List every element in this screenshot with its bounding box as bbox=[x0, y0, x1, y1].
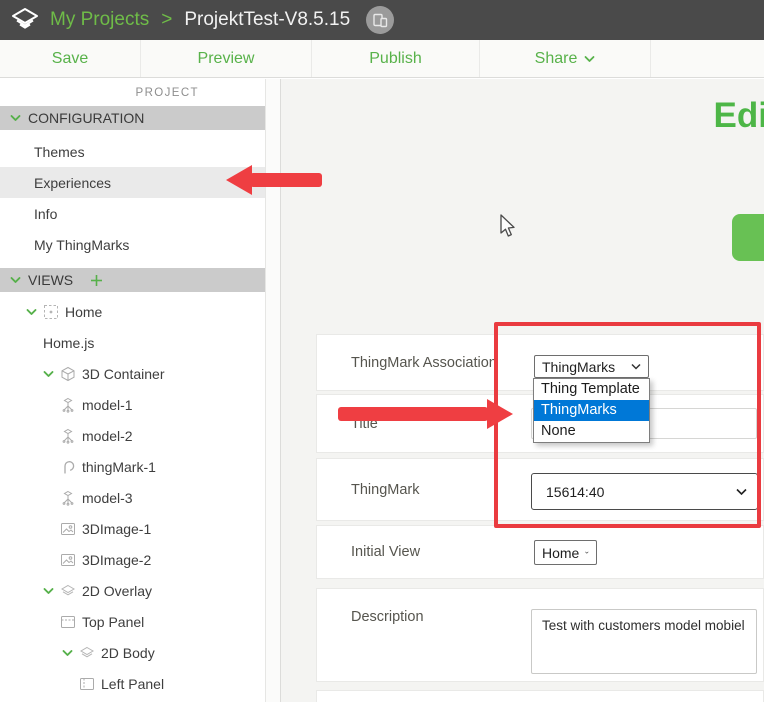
top-panel-icon bbox=[61, 615, 75, 628]
device-selector-button[interactable] bbox=[366, 6, 395, 34]
thingmark-label: ThingMark bbox=[351, 481, 420, 498]
my-thingmarks-label: My ThingMarks bbox=[34, 236, 130, 253]
annotation-rectangle bbox=[494, 322, 761, 528]
tree-item-2d-body[interactable]: 2D Body bbox=[0, 637, 265, 668]
chevron-down-icon[interactable] bbox=[26, 308, 37, 316]
tree-label: model-3 bbox=[82, 489, 133, 506]
left-panel-icon bbox=[80, 677, 94, 690]
chevron-down-icon[interactable] bbox=[62, 649, 73, 657]
views-section-header[interactable]: VIEWS bbox=[0, 268, 265, 292]
tree-label: model-1 bbox=[82, 396, 133, 413]
tree-item-3dimage-1[interactable]: 3DImage-1 bbox=[0, 513, 265, 544]
share-button[interactable]: Share bbox=[480, 40, 651, 77]
page-title: Edi bbox=[713, 96, 764, 135]
tree-label: thingMark-1 bbox=[82, 458, 156, 475]
form-row-partial bbox=[316, 690, 764, 702]
devices-icon bbox=[373, 13, 388, 28]
share-button-label: Share bbox=[534, 49, 578, 67]
tree-label: Home.js bbox=[43, 334, 95, 351]
publish-button[interactable]: Publish bbox=[312, 40, 480, 77]
initial-view-value: Home bbox=[542, 544, 580, 561]
add-view-icon[interactable] bbox=[90, 274, 103, 287]
sidebar-item-themes[interactable]: Themes bbox=[0, 136, 265, 167]
breadcrumb-separator: > bbox=[161, 9, 173, 30]
tree-item-top-panel[interactable]: Top Panel bbox=[0, 606, 265, 637]
form-row-initial-view: Initial View Home bbox=[316, 525, 764, 579]
configuration-header-label: CONFIGURATION bbox=[28, 110, 145, 126]
thingmark-association-label: ThingMark Association bbox=[351, 354, 497, 371]
app-window: My Projects > ProjektTest-V8.5.15 Save P… bbox=[0, 0, 764, 702]
top-bar: My Projects > ProjektTest-V8.5.15 bbox=[0, 0, 764, 40]
sidebar-panel-tab[interactable]: PROJECT bbox=[0, 79, 265, 106]
image-icon bbox=[61, 553, 75, 566]
description-label: Description bbox=[351, 609, 424, 625]
tree-item-thingmark-1[interactable]: thingMark-1 bbox=[0, 451, 265, 482]
model-icon bbox=[62, 428, 74, 444]
breadcrumb-project-name: ProjektTest-V8.5.15 bbox=[184, 9, 351, 30]
sidebar-item-my-thingmarks[interactable]: My ThingMarks bbox=[0, 229, 265, 260]
experiences-label: Experiences bbox=[34, 174, 112, 191]
chevron-down-icon bbox=[584, 55, 595, 62]
tree-label: Left Panel bbox=[101, 675, 165, 692]
layers-icon bbox=[61, 584, 75, 595]
form-row-description: Description Test with customers model mo… bbox=[316, 588, 764, 682]
save-button[interactable]: Save bbox=[0, 40, 141, 77]
breadcrumb-my-projects[interactable]: My Projects bbox=[50, 9, 149, 31]
tree-item-left-panel[interactable]: Left Panel bbox=[0, 668, 265, 699]
3d-container-icon bbox=[61, 366, 75, 381]
configuration-section-header[interactable]: CONFIGURATION bbox=[0, 106, 265, 130]
app-logo-icon bbox=[10, 7, 40, 34]
initial-view-label: Initial View bbox=[351, 544, 421, 560]
mouse-cursor bbox=[498, 214, 516, 245]
chevron-down-icon bbox=[10, 115, 21, 121]
tree-label: 3DImage-2 bbox=[82, 551, 152, 568]
tree-item-model-3[interactable]: model-3 bbox=[0, 482, 265, 513]
description-textarea[interactable]: Test with customers model mobiel bbox=[531, 609, 757, 674]
initial-view-select[interactable]: Home bbox=[534, 540, 597, 565]
save-button-label: Save bbox=[51, 49, 89, 67]
tree-item-model-2[interactable]: model-2 bbox=[0, 420, 265, 451]
tree-item-2d-overlay[interactable]: 2D Overlay bbox=[0, 575, 265, 606]
model-icon bbox=[62, 490, 74, 506]
home-view-icon bbox=[44, 304, 58, 319]
publish-button-label: Publish bbox=[369, 49, 422, 67]
thingmark-icon bbox=[64, 460, 75, 474]
tree-label: Top Panel bbox=[82, 613, 145, 630]
chevron-down-icon bbox=[10, 277, 21, 283]
tree-item-3dimage-2[interactable]: 3DImage-2 bbox=[0, 544, 265, 575]
tree-item-home[interactable]: Home bbox=[0, 296, 265, 327]
preview-button[interactable]: Preview bbox=[141, 40, 312, 77]
done-button[interactable] bbox=[732, 214, 764, 261]
tree-item-model-1[interactable]: model-1 bbox=[0, 389, 265, 420]
views-header-label: VIEWS bbox=[28, 272, 74, 288]
layers-icon bbox=[80, 646, 94, 657]
tree-label: 2D Overlay bbox=[82, 582, 153, 599]
tree-label: 3D Container bbox=[82, 365, 165, 382]
image-icon bbox=[61, 522, 75, 535]
chevron-down-icon[interactable] bbox=[43, 587, 54, 595]
chevron-down-icon[interactable] bbox=[43, 370, 54, 378]
preview-button-label: Preview bbox=[197, 49, 255, 67]
tree-label: model-2 bbox=[82, 427, 133, 444]
views-tree: Home Home.js 3D Container model-1 model-… bbox=[0, 296, 265, 699]
sidebar-item-info[interactable]: Info bbox=[0, 198, 265, 229]
chevron-down-icon bbox=[585, 551, 589, 554]
tree-label: 3DImage-1 bbox=[82, 520, 152, 537]
tree-item-3d-container[interactable]: 3D Container bbox=[0, 358, 265, 389]
info-label: Info bbox=[34, 205, 58, 222]
themes-label: Themes bbox=[34, 143, 85, 160]
action-toolbar: Save Preview Publish Share bbox=[0, 40, 764, 78]
tree-label: 2D Body bbox=[101, 644, 155, 661]
tree-item-home-js[interactable]: Home.js bbox=[0, 327, 265, 358]
tree-label: Home bbox=[65, 303, 103, 320]
model-icon bbox=[62, 397, 74, 413]
